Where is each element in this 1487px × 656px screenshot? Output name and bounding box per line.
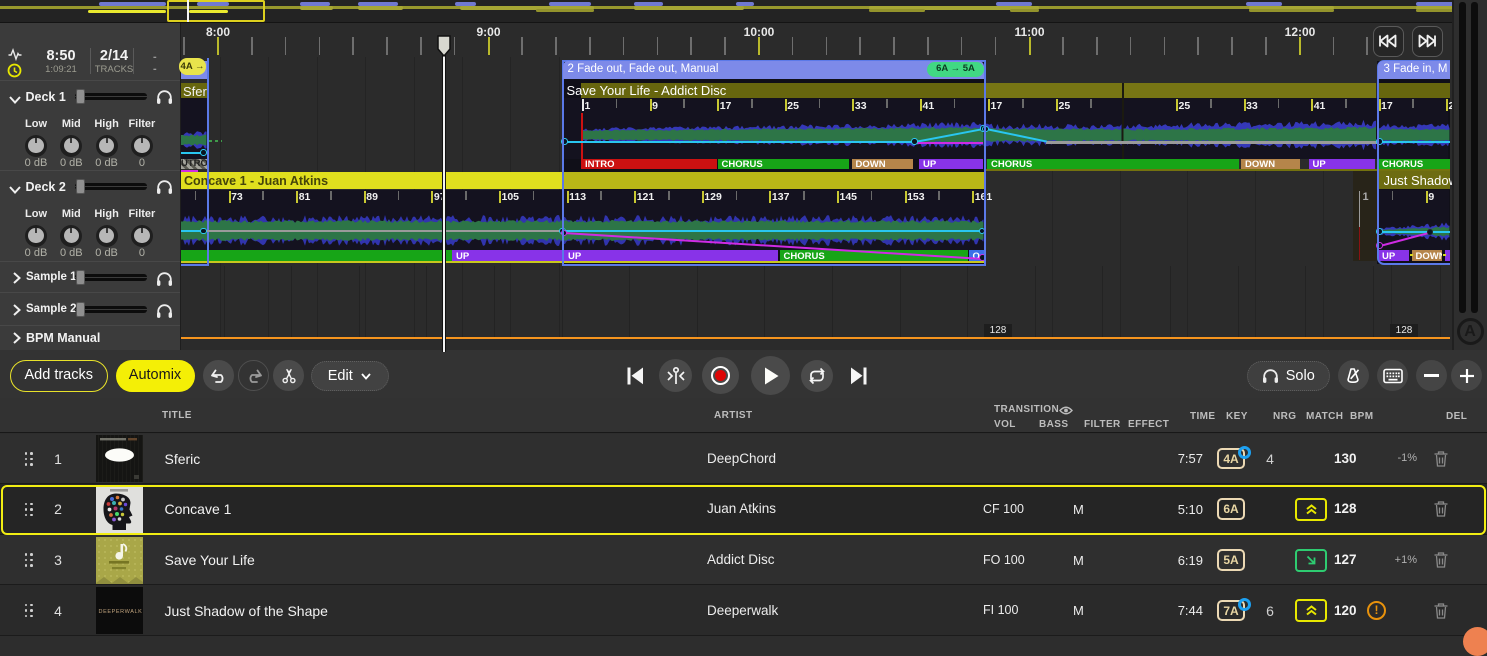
- svg-text:DEEPERWALK·JSOTS: DEEPERWALK·JSOTS: [98, 609, 143, 615]
